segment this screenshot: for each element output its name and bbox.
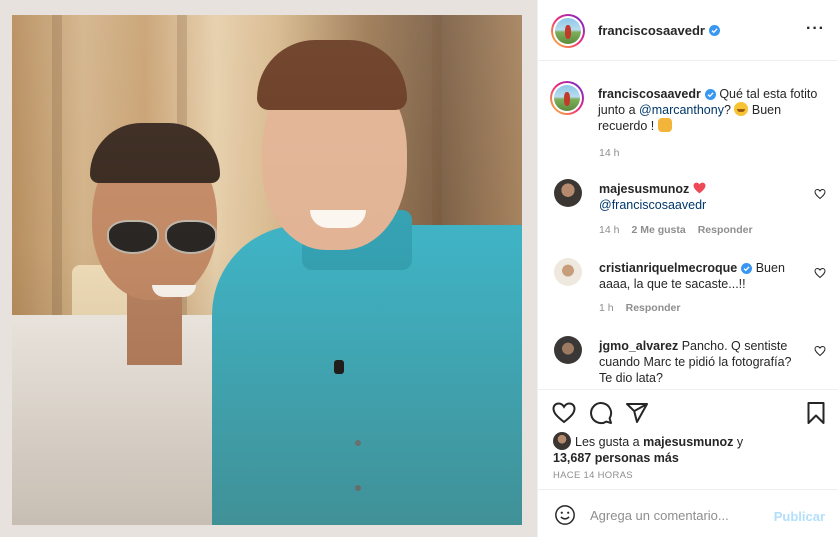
verified-badge-icon	[708, 25, 720, 36]
author-username[interactable]: franciscosaavedr	[598, 23, 705, 38]
post-sidebar: franciscosaavedr ··· franciscosaavedr Qu…	[537, 0, 838, 537]
caption-timestamp[interactable]: 14 h	[599, 147, 619, 159]
photo-shading	[12, 15, 522, 525]
publish-button[interactable]: Publicar	[774, 509, 825, 524]
heart-icon[interactable]	[814, 345, 826, 357]
comment-timestamp[interactable]: 14 h	[599, 224, 619, 236]
post-photo[interactable]	[12, 15, 522, 525]
comment-input[interactable]	[590, 504, 770, 526]
comments-list: franciscosaavedr Qué tal esta fotito jun…	[538, 62, 838, 389]
add-comment-bar: Publicar	[538, 489, 838, 537]
heart-icon[interactable]	[552, 401, 576, 425]
comment-username[interactable]: majesusmunoz	[599, 182, 689, 196]
comment-text: majesusmunoz @franciscosaavedr	[599, 181, 799, 213]
comment-timestamp[interactable]: 1 h	[599, 302, 614, 314]
caption-username[interactable]: franciscosaavedr	[598, 87, 701, 101]
post-media-panel	[0, 0, 537, 537]
caption-body-2: ?	[723, 103, 735, 117]
author-username-row[interactable]: franciscosaavedr	[598, 23, 720, 38]
comment-username[interactable]: cristianriquelmecroque	[599, 261, 737, 275]
caption-avatar[interactable]	[550, 81, 584, 115]
liker-username[interactable]: majesusmunoz	[643, 435, 733, 449]
commenter-avatar[interactable]	[554, 179, 582, 207]
comment-meta: 14 h 2 Me gusta Responder	[599, 224, 753, 236]
raised-hands-emoji-icon	[657, 118, 672, 132]
liker-avatar[interactable]	[553, 432, 571, 450]
comment-text: jgmo_alvarez Pancho. Q sentiste cuando M…	[599, 338, 799, 386]
author-avatar[interactable]	[551, 14, 585, 48]
verified-badge-icon	[741, 263, 753, 275]
comment-meta: 1 h Responder	[599, 302, 680, 314]
red-heart-emoji-icon	[693, 182, 706, 194]
commenter-avatar[interactable]	[554, 258, 582, 286]
likes-count[interactable]: 13,687 personas más	[553, 451, 679, 465]
verified-badge-icon	[704, 89, 716, 101]
comment-text: cristianriquelmecroque Buen aaaa, la que…	[599, 260, 799, 292]
reply-button[interactable]: Responder	[626, 302, 681, 314]
more-options-icon[interactable]: ···	[806, 21, 825, 37]
bookmark-icon[interactable]	[804, 401, 828, 425]
emoji-icon[interactable]	[554, 504, 576, 526]
comment-icon[interactable]	[589, 401, 613, 425]
likes-middle: y	[733, 435, 744, 449]
reply-button[interactable]: Responder	[698, 224, 753, 236]
likes-prefix: Les gusta a	[575, 435, 644, 449]
post-actions: Les gusta a majesusmunoz y 13,687 person…	[538, 389, 838, 489]
comment-username[interactable]: jgmo_alvarez	[599, 339, 678, 353]
comment-likes-count[interactable]: 2 Me gusta	[631, 224, 685, 236]
smiling-emoji-icon	[734, 102, 749, 116]
post-timestamp[interactable]: HACE 14 HORAS	[553, 470, 633, 481]
caption-mention-link[interactable]: @marcanthony	[639, 103, 724, 117]
caption-text: franciscosaavedr Qué tal esta fotito jun…	[598, 86, 826, 134]
heart-icon[interactable]	[814, 188, 826, 200]
likes-summary: Les gusta a majesusmunoz y 13,687 person…	[553, 432, 823, 466]
commenter-avatar[interactable]	[554, 336, 582, 364]
post-header: franciscosaavedr ···	[538, 0, 838, 61]
heart-icon[interactable]	[814, 267, 826, 279]
share-icon[interactable]	[625, 401, 649, 425]
comment-mention-link[interactable]: @franciscosaavedr	[599, 198, 706, 212]
